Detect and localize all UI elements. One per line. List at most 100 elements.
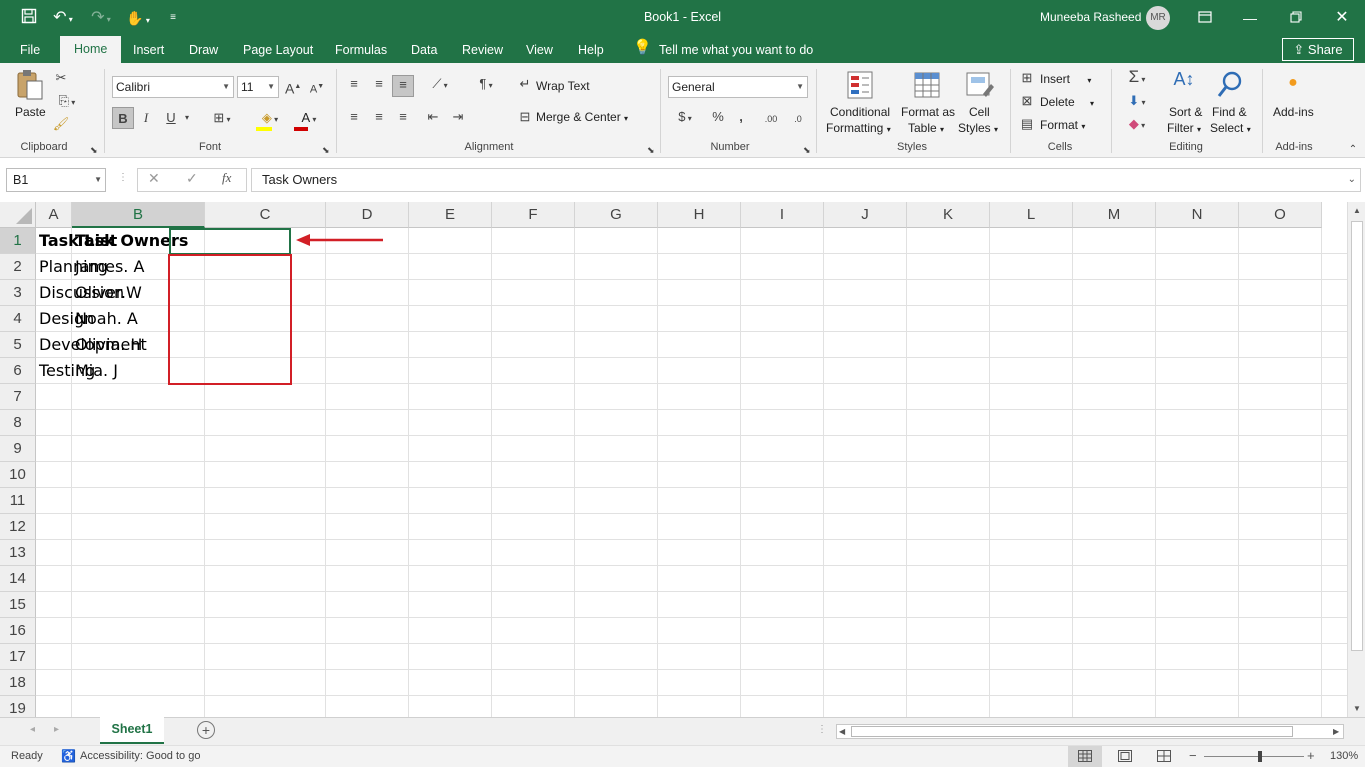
tab-draw[interactable]: Draw <box>189 41 218 59</box>
borders-icon[interactable]: ⊞ ▾ <box>207 109 237 129</box>
scroll-left-icon[interactable]: ◀ <box>839 725 845 738</box>
italic-button[interactable]: I <box>139 109 153 127</box>
horizontal-scrollbar[interactable]: ◀ <box>836 724 1344 739</box>
comma-style-button[interactable]: , <box>734 108 748 126</box>
normal-view-button[interactable] <box>1068 746 1102 767</box>
text-direction-icon[interactable]: ¶ ▾ <box>470 75 502 95</box>
increase-decimal-button[interactable]: .00 <box>760 110 782 128</box>
row-header-11[interactable]: 11 <box>0 488 36 514</box>
font-launcher-icon[interactable]: ⬊ <box>322 141 330 159</box>
column-header-d[interactable]: D <box>326 202 409 228</box>
row-header-18[interactable]: 18 <box>0 670 36 696</box>
format-painter-icon[interactable]: 🖌 <box>52 115 70 133</box>
minimize-icon[interactable]: — <box>1241 8 1259 28</box>
row-header-2[interactable]: 2 <box>0 254 36 280</box>
scroll-up-icon[interactable]: ▲ <box>1350 204 1364 218</box>
merge-center-button[interactable]: Merge & Center ▾ <box>536 110 628 124</box>
font-name-select[interactable]: Calibri ▼ <box>112 76 234 98</box>
column-header-f[interactable]: F <box>492 202 575 228</box>
bold-button[interactable]: B <box>112 107 134 129</box>
number-launcher-icon[interactable]: ⬊ <box>803 141 811 159</box>
scroll-right-icon[interactable]: ▶ <box>1333 724 1339 739</box>
tab-formulas[interactable]: Formulas <box>335 41 387 59</box>
column-header-k[interactable]: K <box>907 202 990 228</box>
format-as-table-button[interactable]: Format as Table ▾ <box>899 68 957 138</box>
grow-font-icon[interactable]: A▲ <box>285 78 301 98</box>
row-header-8[interactable]: 8 <box>0 410 36 436</box>
align-center-icon[interactable]: ≡ <box>370 108 388 126</box>
tab-data[interactable]: Data <box>411 41 437 59</box>
middle-align-icon[interactable]: ≡ <box>370 75 388 93</box>
row-header-12[interactable]: 12 <box>0 514 36 540</box>
restore-icon[interactable] <box>1287 8 1305 28</box>
wrap-text-icon[interactable]: ↵ <box>517 75 533 93</box>
close-icon[interactable]: ✕ <box>1333 8 1351 28</box>
clipboard-launcher-icon[interactable]: ⬊ <box>90 141 98 159</box>
column-header-b[interactable]: B <box>72 202 205 228</box>
column-header-o[interactable]: O <box>1239 202 1322 228</box>
tab-page-layout[interactable]: Page Layout <box>243 41 313 59</box>
tell-me-search[interactable]: Tell me what you want to do <box>659 41 813 59</box>
formula-input[interactable]: Task Owners ⌄ <box>251 168 1361 192</box>
paste-button[interactable]: Paste <box>12 69 48 129</box>
fill-icon[interactable]: ⬇ ▾ <box>1120 92 1154 112</box>
page-break-view-icon[interactable] <box>1157 750 1171 765</box>
format-cells-button[interactable]: Format ▾ <box>1040 118 1085 132</box>
horizontal-scroll-thumb[interactable] <box>851 726 1293 737</box>
row-header-15[interactable]: 15 <box>0 592 36 618</box>
name-box[interactable]: B1 ▼ <box>6 168 106 192</box>
number-format-select[interactable]: General ▼ <box>668 76 808 98</box>
chevron-down-icon[interactable]: ▾ <box>182 109 192 127</box>
delete-cells-button[interactable]: Delete ▾ <box>1040 95 1094 109</box>
top-align-icon[interactable]: ≡ <box>345 75 363 93</box>
cell-b5[interactable]: Olivia. H <box>72 332 142 358</box>
cell-b3[interactable]: Oliver.W <box>72 280 142 306</box>
column-header-i[interactable]: I <box>741 202 824 228</box>
column-header-j[interactable]: J <box>824 202 907 228</box>
ribbon-display-options-icon[interactable] <box>1196 8 1214 28</box>
wrap-text-button[interactable]: Wrap Text <box>536 79 590 93</box>
alignment-launcher-icon[interactable]: ⬊ <box>647 141 655 159</box>
column-header-m[interactable]: M <box>1073 202 1156 228</box>
find-select-button[interactable]: Find & Select ▾ <box>1208 68 1254 138</box>
zoom-out-icon[interactable]: − <box>1189 748 1197 763</box>
decrease-indent-icon[interactable]: ⇤ <box>424 108 442 126</box>
cell-styles-button[interactable]: Cell Styles ▾ <box>957 68 1003 138</box>
sort-filter-button[interactable]: A↕ Sort & Filter ▾ <box>1165 68 1207 138</box>
tab-review[interactable]: Review <box>462 41 503 59</box>
scroll-down-icon[interactable]: ▼ <box>1350 702 1364 716</box>
column-header-c[interactable]: C <box>205 202 326 228</box>
split-handle-icon[interactable]: ⋮ <box>817 724 827 735</box>
page-layout-view-icon[interactable] <box>1118 750 1132 765</box>
enter-icon[interactable]: ✓ <box>186 170 198 187</box>
cut-icon[interactable]: ✂ <box>52 69 70 87</box>
row-header-10[interactable]: 10 <box>0 462 36 488</box>
column-header-a[interactable]: A <box>36 202 72 228</box>
column-header-n[interactable]: N <box>1156 202 1239 228</box>
shrink-font-icon[interactable]: A▼ <box>309 78 325 99</box>
tab-insert[interactable]: Insert <box>133 41 164 59</box>
zoom-slider-thumb[interactable] <box>1258 751 1262 762</box>
row-header-19[interactable]: 19 <box>0 696 36 717</box>
copy-icon[interactable]: ⎘ ▾ <box>52 92 82 112</box>
avatar[interactable]: MR <box>1146 6 1170 30</box>
decrease-decimal-button[interactable]: .0 <box>787 110 809 128</box>
column-header-g[interactable]: G <box>575 202 658 228</box>
percent-style-button[interactable]: % <box>709 108 727 126</box>
cell-b2[interactable]: James. A <box>72 254 144 280</box>
tab-home[interactable]: Home <box>60 36 122 63</box>
zoom-level[interactable]: 130% <box>1330 750 1358 762</box>
column-header-h[interactable]: H <box>658 202 741 228</box>
row-header-16[interactable]: 16 <box>0 618 36 644</box>
zoom-in-icon[interactable]: + <box>1307 748 1315 763</box>
share-button[interactable]: ⇪ Share <box>1282 38 1354 61</box>
cell-b6[interactable]: Mia. J <box>72 358 118 384</box>
scroll-sheet-right-icon[interactable]: ▸ <box>54 724 59 735</box>
select-all-button[interactable] <box>0 202 36 228</box>
increase-indent-icon[interactable]: ⇥ <box>449 108 467 126</box>
expand-formula-bar-icon[interactable]: ⌄ <box>1348 169 1356 191</box>
vertical-scroll-thumb[interactable] <box>1351 221 1363 651</box>
font-size-select[interactable]: 11 ▼ <box>237 76 279 98</box>
tab-view[interactable]: View <box>526 41 553 59</box>
row-header-14[interactable]: 14 <box>0 566 36 592</box>
